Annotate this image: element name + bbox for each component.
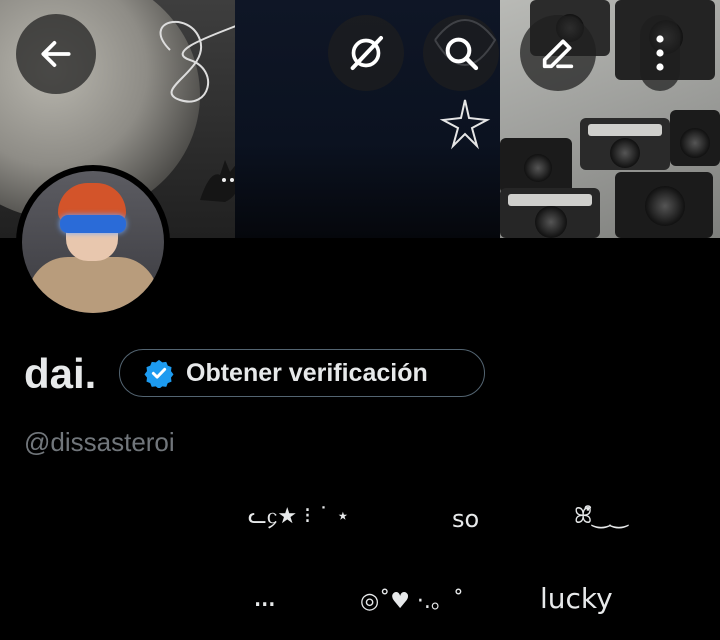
verified-badge-icon: [144, 359, 174, 388]
get-verified-button[interactable]: Obtener verificación: [119, 349, 485, 397]
more-button[interactable]: [640, 15, 680, 91]
grok-icon: [350, 36, 383, 70]
display-name: dai.: [24, 350, 97, 397]
back-button[interactable]: [16, 14, 96, 94]
user-handle: @dissasteroi: [24, 427, 175, 457]
bio-row1-decoration: ꕤ͒‿‿: [574, 504, 628, 529]
avatar[interactable]: [16, 165, 170, 319]
search-button[interactable]: [423, 15, 499, 91]
grok-button[interactable]: [328, 15, 404, 91]
get-verified-label: Obtener verificación: [186, 358, 428, 387]
arrow-left-icon: [41, 41, 71, 67]
bio-row2-word: lucky: [540, 582, 613, 615]
bio-row1-symbols: ᓚ᧔★ ⁝ ˙ ⋆: [248, 504, 350, 529]
bio-row2-decoration: ◎˚♥ ·.。˚: [360, 589, 464, 614]
edit-button[interactable]: [520, 15, 596, 91]
more-vertical-icon: [656, 35, 664, 71]
search-icon: [445, 37, 479, 71]
bio-row1-word: so: [452, 505, 480, 533]
bio-row2-symbols: ꓺꓸ: [254, 584, 276, 612]
edit-icon: [542, 39, 574, 69]
